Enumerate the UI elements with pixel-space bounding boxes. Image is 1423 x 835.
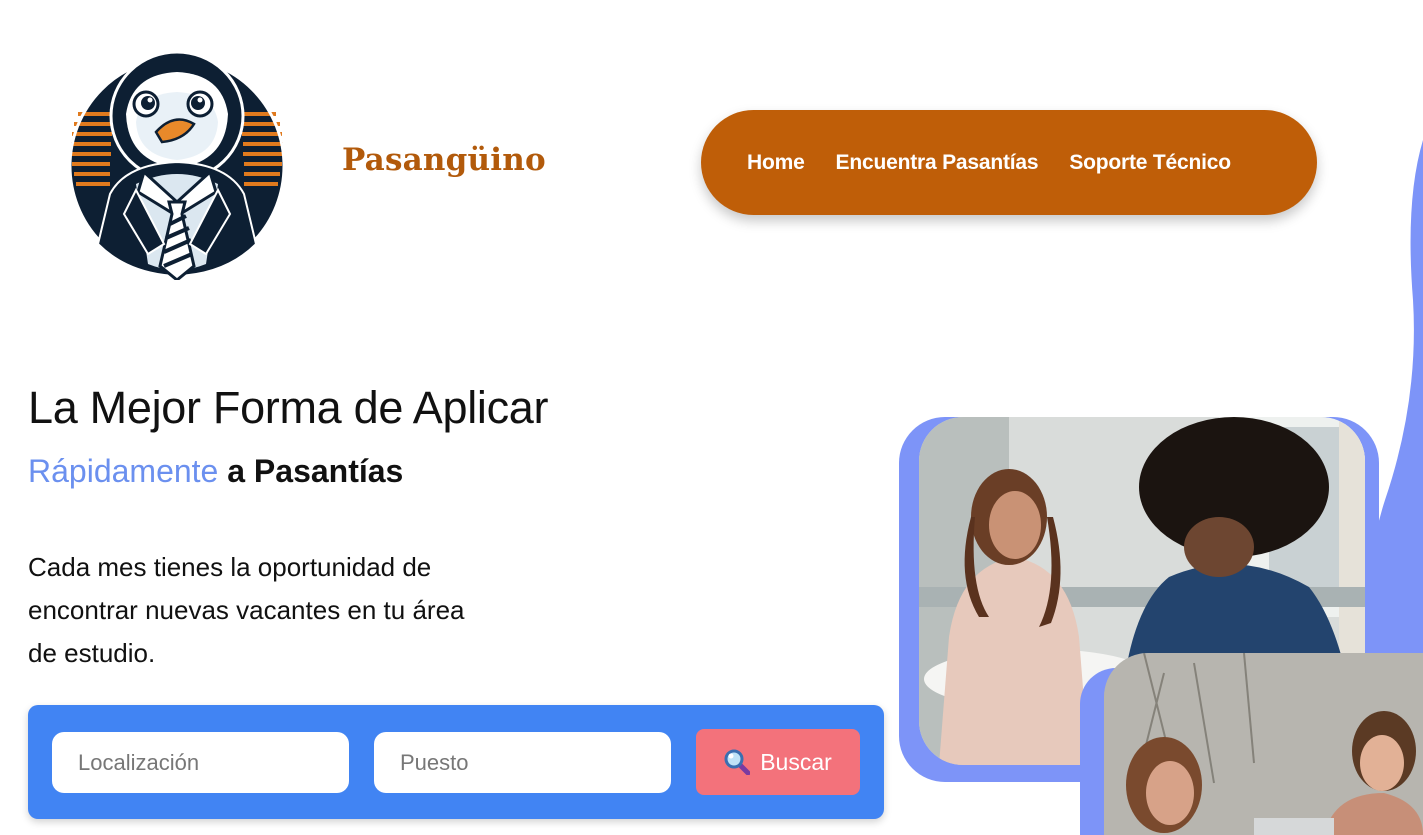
search-bar: Buscar (28, 705, 884, 819)
team-photo (1104, 653, 1423, 835)
hero-title: La Mejor Forma de Aplicar (28, 382, 549, 433)
hero-subtitle-rest: a Pasantías (218, 453, 404, 489)
hero-description-line: Cada mes tienes la oportunidad de (28, 552, 432, 582)
location-input[interactable] (52, 732, 349, 793)
hero-description-line: encontrar nuevas vacantes en tu área (28, 595, 465, 625)
main-navigation: Home Encuentra Pasantías Soporte Técnico (701, 110, 1317, 215)
nav-find-internships[interactable]: Encuentra Pasantías (836, 151, 1039, 175)
penguin-logo-icon[interactable] (66, 44, 288, 282)
nav-tech-support[interactable]: Soporte Técnico (1069, 151, 1231, 175)
hero-subtitle: Rápidamente a Pasantías (28, 453, 403, 490)
search-button[interactable]: Buscar (696, 729, 860, 795)
brand-name[interactable]: Pasangüino (342, 142, 546, 178)
hero-description: Cada mes tienes la oportunidad de encont… (28, 546, 548, 675)
search-button-label: Buscar (760, 748, 832, 775)
hero-subtitle-accent: Rápidamente (28, 453, 219, 489)
hero-description-line: de estudio. (28, 638, 156, 668)
magnifier-icon (724, 749, 751, 776)
position-input[interactable] (374, 732, 671, 793)
nav-home[interactable]: Home (747, 151, 805, 175)
